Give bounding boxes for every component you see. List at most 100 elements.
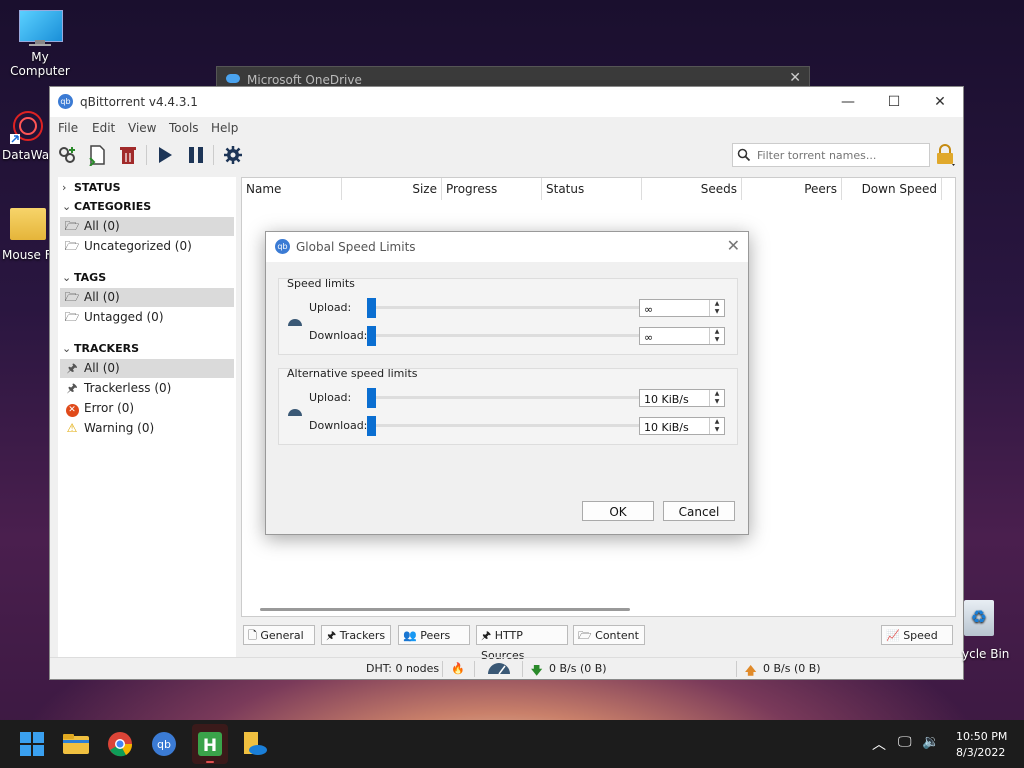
slider-thumb[interactable]: [367, 326, 376, 346]
add-link-icon: [59, 147, 75, 163]
speed-limits-group: Speed limits Upload: ▲▼ Download: ▲▼: [278, 277, 738, 355]
dht-status: DHT: 0 nodes: [366, 662, 440, 675]
chrome-icon: [108, 732, 133, 757]
column-header-peers[interactable]: Peers: [742, 178, 842, 200]
tab-trackers[interactable]: 🖈 Trackers: [321, 625, 391, 645]
alt-upload-limit-spinbox[interactable]: ▲▼: [639, 389, 725, 407]
close-icon[interactable]: ✕: [727, 236, 740, 255]
tab-http-sources[interactable]: 🖈 HTTP Sources: [476, 625, 568, 662]
search-box[interactable]: [732, 143, 930, 167]
tracker-all[interactable]: 🖈 All (0): [60, 359, 234, 378]
tab-content[interactable]: 🗁 Content: [573, 625, 645, 645]
upload-limit-input[interactable]: [642, 301, 712, 317]
column-header-status[interactable]: Status: [542, 178, 642, 200]
spin-arrows-icon[interactable]: ▲ ▼: [709, 328, 724, 344]
slider-track: [367, 334, 645, 337]
column-header-seeds[interactable]: Seeds: [642, 178, 742, 200]
tab-speed[interactable]: 📈 Speed: [881, 625, 953, 645]
status-bar: DHT: 0 nodes 🔥 🡇 0 B/s (0 B) 🡅 0 B/s (0 …: [50, 657, 963, 680]
sidebar-section-categories[interactable]: ⌄ CATEGORIES: [62, 200, 151, 213]
column-header-down-speed[interactable]: Down Speed: [842, 178, 942, 200]
pause-button[interactable]: [184, 144, 208, 166]
category-all[interactable]: 🗁 All (0): [60, 217, 234, 236]
tracker-icon: 🖈: [66, 361, 78, 375]
chevron-up-icon[interactable]: ︿: [872, 734, 886, 754]
sidebar-section-tags[interactable]: ⌄ TAGS: [62, 271, 106, 284]
desktop-icon-recycle-bin[interactable]: ♻ ycle Bin: [962, 598, 1024, 668]
connection-status-icon[interactable]: 🔥: [451, 662, 465, 675]
alt-download-limit-spinbox[interactable]: ▲▼: [639, 417, 725, 435]
slider-thumb[interactable]: [367, 298, 376, 318]
menu-view[interactable]: View: [128, 121, 156, 135]
options-button[interactable]: [221, 144, 245, 166]
close-icon[interactable]: ✕: [789, 70, 801, 86]
add-torrent-file-button[interactable]: [86, 144, 110, 167]
tracker-warning[interactable]: ⚠ Warning (0): [60, 419, 234, 438]
spin-arrows-icon[interactable]: ▲ ▼: [709, 300, 724, 316]
speed-gauge-icon: [288, 319, 302, 326]
tag-untagged[interactable]: 🗁 Untagged (0): [60, 308, 234, 327]
maximize-button[interactable]: ☐: [871, 87, 917, 117]
menu-help[interactable]: Help: [211, 121, 238, 135]
download-speed[interactable]: 0 B/s (0 B): [549, 662, 607, 675]
tab-label: Speed: [903, 629, 938, 642]
download-limit-input[interactable]: [642, 329, 712, 345]
spin-arrows-icon[interactable]: ▲ ▼: [709, 390, 724, 406]
column-header-size[interactable]: Size: [342, 178, 442, 200]
tracker-icon: 🖈: [326, 629, 337, 642]
horizontal-scrollbar[interactable]: [260, 608, 630, 611]
upload-speed[interactable]: 0 B/s (0 B): [763, 662, 821, 675]
tab-peers[interactable]: 👥 Peers: [398, 625, 470, 645]
sidebar-section-status[interactable]: › STATUS: [62, 181, 121, 194]
ok-button[interactable]: OK: [582, 501, 654, 521]
spin-arrows-icon[interactable]: ▲ ▼: [709, 418, 724, 434]
cancel-button[interactable]: Cancel: [663, 501, 735, 521]
download-slider[interactable]: [367, 326, 645, 346]
download-limit-spinbox[interactable]: ▲▼: [639, 327, 725, 345]
trash-icon: [120, 147, 136, 164]
category-uncategorized[interactable]: 🗁 Uncategorized (0): [60, 237, 234, 256]
app-h-taskbar-button[interactable]: H: [192, 724, 228, 764]
chrome-button[interactable]: [104, 728, 136, 760]
upload-slider[interactable]: [367, 298, 645, 318]
tracker-error[interactable]: ✕ Error (0): [60, 399, 234, 418]
file-explorer-button[interactable]: [60, 728, 92, 760]
menu-tools[interactable]: Tools: [169, 121, 199, 135]
qbittorrent-taskbar-button[interactable]: qb: [148, 728, 180, 760]
chevron-down-icon: ⌄: [62, 342, 72, 355]
tracker-trackerless[interactable]: 🖈 Trackerless (0): [60, 379, 234, 398]
tag-all[interactable]: 🗁 All (0): [60, 288, 234, 307]
folder-icon: [10, 208, 46, 240]
add-torrent-link-button[interactable]: [56, 144, 80, 166]
slider-track: [367, 306, 645, 309]
volume-icon[interactable]: 🔉: [922, 734, 939, 750]
sidebar-section-trackers[interactable]: ⌄ TRACKERS: [62, 342, 139, 355]
alt-speed-toggle-icon[interactable]: [486, 661, 512, 678]
desktop-icon-my-computer[interactable]: My Computer: [0, 10, 80, 78]
menu-edit[interactable]: Edit: [92, 121, 115, 135]
close-button[interactable]: ✕: [917, 87, 963, 117]
onedrive-taskbar-button[interactable]: [238, 728, 270, 760]
minimize-button[interactable]: —: [825, 87, 871, 117]
lock-icon[interactable]: [934, 143, 956, 167]
delete-button[interactable]: [116, 144, 140, 166]
slider-thumb[interactable]: [367, 388, 376, 408]
column-header-name[interactable]: Name: [242, 178, 342, 200]
menu-file[interactable]: File: [58, 121, 78, 135]
network-icon[interactable]: 🖵: [898, 734, 912, 750]
alt-download-limit-input[interactable]: [642, 419, 712, 435]
clock-time[interactable]: 10:50 PM: [956, 730, 1007, 743]
slider-thumb[interactable]: [367, 416, 376, 436]
start-button[interactable]: [16, 728, 48, 760]
alt-upload-limit-input[interactable]: [642, 391, 712, 407]
folder-open-icon: 🗁: [578, 629, 592, 642]
column-header-progress[interactable]: Progress: [442, 178, 542, 200]
resume-button[interactable]: [153, 144, 177, 166]
tab-general[interactable]: 🗋 General: [243, 625, 315, 645]
alt-download-slider[interactable]: [367, 416, 645, 436]
search-input[interactable]: [755, 146, 929, 164]
alt-upload-slider[interactable]: [367, 388, 645, 408]
onedrive-title: Microsoft OneDrive: [247, 73, 362, 87]
clock-date[interactable]: 8/3/2022: [956, 746, 1005, 759]
upload-limit-spinbox[interactable]: ▲▼: [639, 299, 725, 317]
